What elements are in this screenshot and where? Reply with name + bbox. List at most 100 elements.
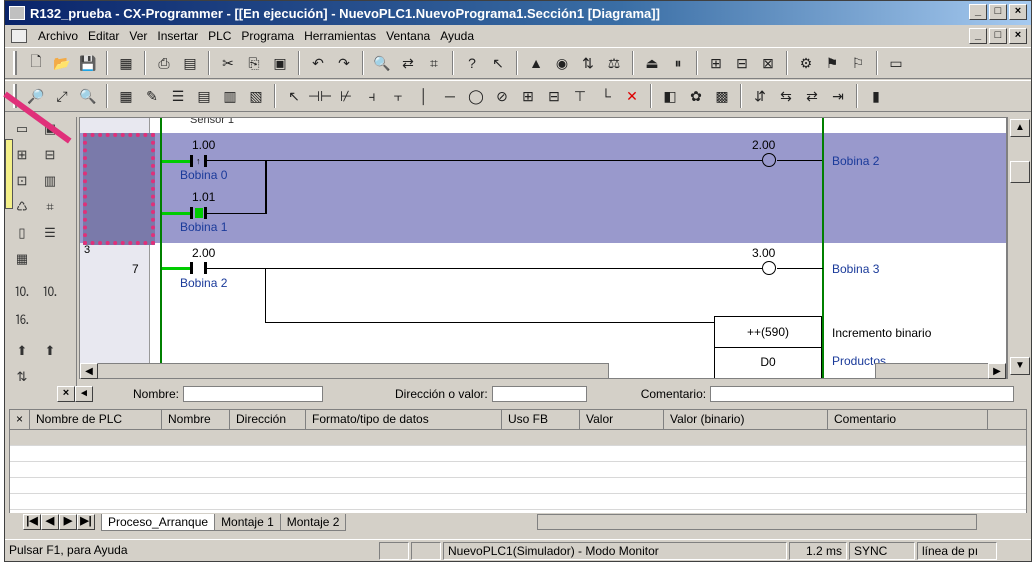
table-row[interactable] — [10, 478, 1026, 494]
zoom-out-icon[interactable]: 🔎 — [25, 85, 47, 107]
vertical-scrollbar[interactable]: ▲ ▼ — [1007, 117, 1031, 379]
scroll-thumb[interactable] — [1010, 161, 1030, 183]
watch-close-icon[interactable]: × — [10, 410, 30, 429]
toolbar-grip[interactable] — [13, 51, 17, 75]
menu-ver[interactable]: Ver — [124, 29, 152, 43]
save-icon[interactable]: 💾 — [77, 52, 99, 74]
tab-next-icon[interactable]: ▶ — [59, 514, 77, 530]
menu-archivo[interactable]: Archivo — [33, 29, 83, 43]
table-row[interactable] — [10, 430, 1026, 446]
properties-icon[interactable]: ▦ — [115, 52, 137, 74]
context-help-icon[interactable]: ↖ — [487, 52, 509, 74]
transfer-edit-icon[interactable]: ⇆ — [775, 85, 797, 107]
monitor-icon[interactable]: ◉ — [551, 52, 573, 74]
zoom-fit-icon[interactable]: ⤢ — [51, 85, 73, 107]
menu-ventana[interactable]: Ventana — [381, 29, 435, 43]
find-icon[interactable]: 🔍 — [371, 52, 393, 74]
set-value-icon[interactable]: ▩ — [711, 85, 733, 107]
nombre-field[interactable] — [183, 386, 324, 402]
no-contact-icon[interactable]: ⊣⊢ — [308, 85, 332, 107]
address-reference-icon[interactable]: ⌗ — [423, 52, 445, 74]
comment-icon[interactable]: ✎ — [141, 85, 163, 107]
more-icon[interactable]: ▮ — [865, 85, 887, 107]
zoom-in-icon[interactable]: 🔍 — [77, 85, 99, 107]
tab-prev-icon[interactable]: ◀ — [41, 514, 59, 530]
info-left-button[interactable]: ◂ — [75, 386, 93, 402]
debug-icon[interactable]: ⚑ — [821, 52, 843, 74]
window-list-icon[interactable]: ▭ — [885, 52, 907, 74]
scroll-right-icon[interactable]: ▶ — [988, 363, 1006, 379]
tab-first-icon[interactable]: |◀ — [23, 514, 41, 530]
minimize-button[interactable]: _ — [969, 4, 987, 20]
pt-instruction-icon[interactable]: ⊟ — [543, 85, 565, 107]
bar-icon[interactable]: ▥ — [219, 85, 241, 107]
mdi-restore-button[interactable]: □ — [989, 28, 1007, 44]
select-mode-icon[interactable]: ↖ — [283, 85, 305, 107]
plc-info-icon[interactable]: ⊞ — [705, 52, 727, 74]
find-replace-icon[interactable]: ⇄ — [397, 52, 419, 74]
comentario-field[interactable] — [710, 386, 1015, 402]
col-valor[interactable]: Valor — [580, 410, 664, 429]
contact-no[interactable]: ↑ — [162, 155, 282, 167]
cut-icon[interactable]: ✂ — [217, 52, 239, 74]
ladder-diagram[interactable]: Sensor 1 2 4 1.00 ↑ Bobina 0 1.01 Bobina… — [79, 117, 1007, 379]
print-icon[interactable]: ⎙ — [153, 52, 175, 74]
mdi-minimize-button[interactable]: _ — [969, 28, 987, 44]
symbols-icon[interactable]: ♺ — [11, 199, 33, 219]
ladder-fork-icon[interactable]: ⊤ — [569, 85, 591, 107]
table-row[interactable] — [10, 494, 1026, 510]
scroll-left-icon[interactable]: ◀ — [80, 363, 98, 379]
undo-icon[interactable]: ↶ — [307, 52, 329, 74]
watch-window[interactable]: × Nombre de PLC Nombre Dirección Formato… — [9, 409, 1027, 529]
col-direccion[interactable]: Dirección — [230, 410, 306, 429]
io-table-icon[interactable]: ⌗ — [39, 199, 61, 219]
menu-ayuda[interactable]: Ayuda — [435, 29, 479, 43]
copy-icon[interactable]: ⎘ — [243, 52, 265, 74]
menu-programa[interactable]: Programa — [236, 29, 299, 43]
print-preview-icon[interactable]: ▤ — [179, 52, 201, 74]
address-ref-icon[interactable]: ⊡ — [11, 173, 33, 193]
instruction-icon[interactable]: ⊞ — [517, 85, 539, 107]
up-arrow-alt-icon[interactable]: ⬆ — [39, 343, 61, 363]
pause-icon[interactable]: ⏸ — [667, 52, 689, 74]
coil-symbol[interactable] — [762, 153, 776, 167]
horizontal-scrollbar[interactable]: ◀ — [79, 363, 609, 379]
col-valor-binario[interactable]: Valor (binario) — [664, 410, 828, 429]
nc-coil-icon[interactable]: ⊘ — [491, 85, 513, 107]
watch-hscroll[interactable] — [537, 514, 978, 530]
grid-icon[interactable]: ▦ — [115, 85, 137, 107]
online-icon[interactable]: ▲ — [525, 52, 547, 74]
menu-editar[interactable]: Editar — [83, 29, 124, 43]
decimal-10-alt-icon[interactable]: ⒑ — [39, 281, 61, 301]
maximize-button[interactable]: □ — [989, 4, 1007, 20]
direccion-field[interactable] — [491, 386, 587, 402]
redo-icon[interactable]: ↷ — [333, 52, 355, 74]
decimal-10-icon[interactable]: ⒑ — [11, 281, 33, 301]
horizontal-line-icon[interactable]: ─ — [439, 85, 461, 107]
scroll-down-icon[interactable]: ▼ — [1010, 357, 1030, 375]
table-row[interactable] — [10, 446, 1026, 462]
tab-montaje-2[interactable]: Montaje 2 — [279, 513, 347, 531]
menu-plc[interactable]: PLC — [203, 29, 236, 43]
force-icon[interactable]: ✿ — [685, 85, 707, 107]
menu-herramientas[interactable]: Herramientas — [299, 29, 381, 43]
up-arrow-icon[interactable]: ⬆ — [11, 343, 33, 363]
memory-icon[interactable]: ⊟ — [731, 52, 753, 74]
list-icon[interactable]: ☰ — [167, 85, 189, 107]
project-tree-icon[interactable]: ▭ — [11, 121, 33, 141]
differential-icon[interactable]: ⇵ — [749, 85, 771, 107]
paste-icon[interactable]: ▣ — [269, 52, 291, 74]
line-corner-icon[interactable]: └ — [595, 85, 617, 107]
help-icon[interactable]: ? — [461, 52, 483, 74]
col-nombre[interactable]: Nombre — [162, 410, 230, 429]
symbol-icon[interactable]: ▧ — [245, 85, 267, 107]
mdi-close-button[interactable]: × — [1009, 28, 1027, 44]
no-coil-icon[interactable]: ◯ — [465, 85, 487, 107]
menu-insertar[interactable]: Insertar — [152, 29, 203, 43]
vertical-line-icon[interactable]: │ — [413, 85, 435, 107]
col-comentario[interactable]: Comentario — [828, 410, 988, 429]
instruction-box[interactable]: ++(590) D0 — [714, 316, 822, 378]
mnemonic-icon[interactable]: ☰ — [39, 225, 61, 245]
xref-icon[interactable]: ⊟ — [39, 147, 61, 167]
scroll-up-icon[interactable]: ▲ — [1010, 119, 1030, 137]
